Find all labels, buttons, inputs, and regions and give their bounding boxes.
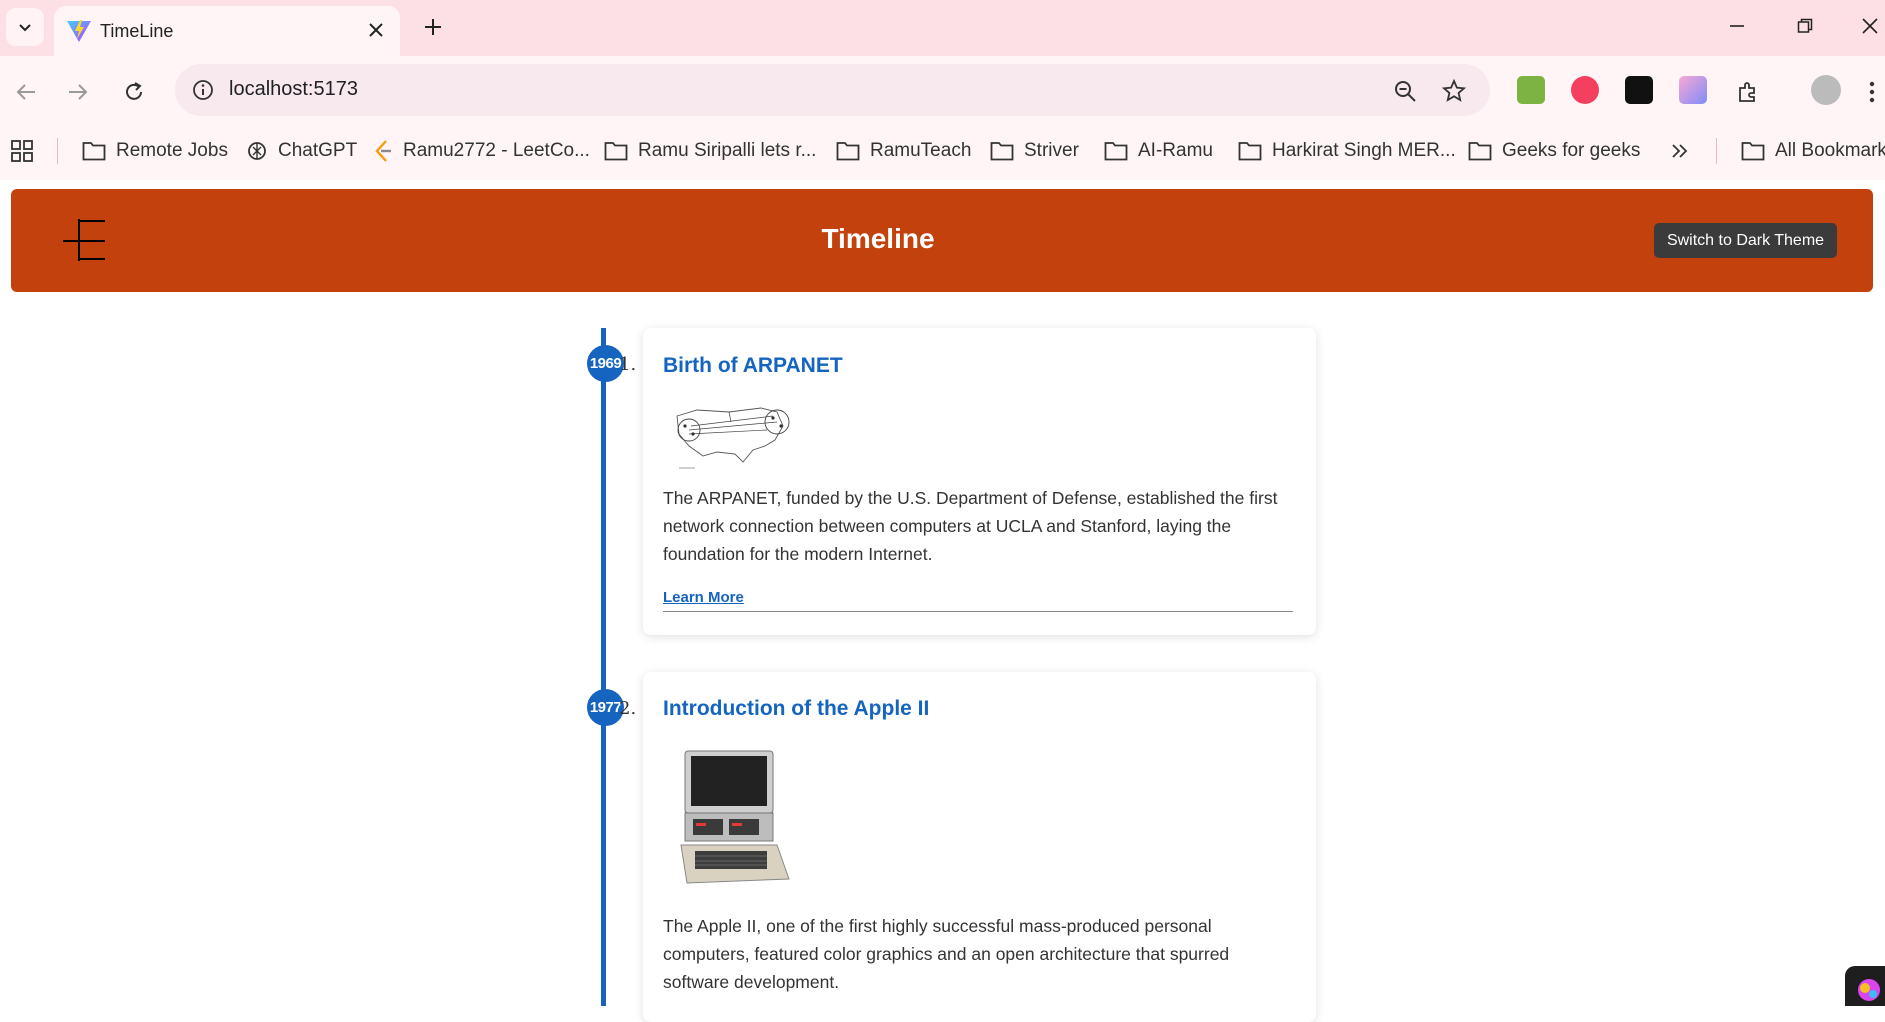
switch-theme-button[interactable]: Switch to Dark Theme [1654, 223, 1837, 258]
address-bar[interactable]: localhost:5173 [175, 64, 1490, 116]
close-window-button[interactable] [1855, 8, 1885, 44]
tab-close-button[interactable] [362, 16, 390, 44]
zoom-button[interactable] [1390, 76, 1420, 106]
bookmark-separator [57, 138, 58, 164]
page-title: Timeline [821, 223, 935, 254]
tab-search-button[interactable] [6, 8, 44, 46]
apps-grid-icon [11, 140, 33, 162]
bookmark-remote-jobs[interactable]: Remote Jobs [82, 126, 228, 176]
menu-button[interactable] [1862, 72, 1882, 112]
extension-lh-icon[interactable] [1625, 76, 1653, 104]
minimize-button[interactable] [1712, 8, 1762, 44]
reload-button[interactable] [114, 72, 154, 112]
app-header: Timeline Switch to Dark Theme [11, 189, 1873, 292]
card-title: Birth of ARPANET [663, 354, 843, 377]
card-title: Introduction of the Apple II [663, 697, 930, 720]
card-divider [663, 611, 1293, 612]
close-icon [369, 23, 383, 37]
folder-icon [1741, 142, 1765, 161]
bookmark-ramuteach[interactable]: RamuTeach [836, 126, 971, 176]
chatgpt-icon [248, 142, 266, 160]
back-button[interactable] [6, 72, 46, 112]
new-tab-button[interactable] [416, 10, 450, 44]
url-text[interactable]: localhost:5173 [229, 78, 358, 101]
tab-title: TimeLine [100, 21, 174, 41]
forward-arrow-icon [69, 84, 88, 100]
bookmarks-bar: Remote Jobs ChatGPT Ramu2772 - LeetCo...… [0, 126, 1885, 176]
bookmark-leetcode[interactable]: Ramu2772 - LeetCo... [373, 126, 590, 176]
apps-button[interactable] [10, 126, 34, 176]
folder-icon [836, 142, 860, 161]
profile-avatar[interactable] [1811, 75, 1841, 105]
apple-ii-computer-image [680, 750, 790, 884]
star-icon [1442, 79, 1466, 102]
folder-icon [1468, 142, 1492, 161]
browser-toolbar: localhost:5173 Remote Jobs ChatGPT Ramu2… [0, 56, 1885, 180]
bookmark-ai-ramu[interactable]: AI-Ramu [1104, 126, 1213, 176]
folder-icon [1238, 142, 1262, 161]
timeline-line [601, 328, 606, 1006]
assistant-icon [1858, 979, 1880, 1001]
timeline-card: Birth of ARPANET The ARPANET, funded by … [643, 328, 1316, 635]
vite-icon [67, 20, 91, 42]
all-bookmarks-button[interactable]: All Bookmarks [1741, 126, 1885, 176]
extension-plant-icon[interactable] [1517, 76, 1545, 104]
card-description: The Apple II, one of the first highly su… [663, 916, 1230, 992]
zoom-out-icon [1395, 81, 1416, 102]
site-info-button[interactable] [189, 76, 217, 104]
bookmark-separator [1716, 138, 1717, 164]
timeline-card: Introduction of the Apple II The Apple I… [643, 672, 1316, 1022]
chevron-down-icon [19, 24, 31, 32]
puzzle-icon [1739, 82, 1755, 102]
info-icon [193, 80, 213, 100]
close-icon [1862, 18, 1878, 34]
minimize-icon [1730, 25, 1744, 27]
reload-icon [126, 82, 142, 100]
bookmark-striver[interactable]: Striver [990, 126, 1079, 176]
leetcode-icon [375, 140, 391, 162]
bookmark-ramu-siripalli[interactable]: Ramu Siripalli lets r... [604, 126, 816, 176]
browser-tab-bar: TimeLine [0, 0, 1885, 56]
plus-icon [425, 19, 441, 35]
forward-button[interactable] [58, 72, 98, 112]
arpanet-map-image [676, 407, 790, 469]
extension-clock-icon[interactable] [1571, 76, 1599, 104]
restore-button[interactable] [1780, 8, 1830, 44]
more-bookmarks-button[interactable] [1671, 126, 1689, 176]
folder-icon [1104, 142, 1128, 161]
bookmark-harkirat[interactable]: Harkirat Singh MER... [1238, 126, 1456, 176]
bookmark-chatgpt[interactable]: ChatGPT [246, 126, 357, 176]
restore-icon [1797, 18, 1813, 33]
bookmark-star-button[interactable] [1439, 76, 1469, 106]
folder-icon [604, 142, 628, 161]
extension-color-icon[interactable] [1679, 76, 1707, 104]
more-vertical-icon [1869, 81, 1875, 103]
floating-assistant-icon[interactable] [1845, 966, 1885, 1006]
item-index: 1. [619, 354, 637, 375]
browser-tab[interactable]: TimeLine [54, 6, 400, 56]
item-index: 2. [619, 698, 637, 719]
folder-icon [82, 142, 106, 161]
folder-icon [990, 142, 1014, 161]
extensions-button[interactable] [1728, 72, 1768, 112]
card-description: The ARPANET, funded by the U.S. Departme… [663, 488, 1278, 564]
double-chevron-right-icon [1672, 144, 1688, 158]
learn-more-link[interactable]: Learn More [663, 589, 744, 606]
bookmark-geeks-for-geeks[interactable]: Geeks for geeks [1468, 126, 1640, 176]
back-arrow-icon [16, 84, 35, 100]
